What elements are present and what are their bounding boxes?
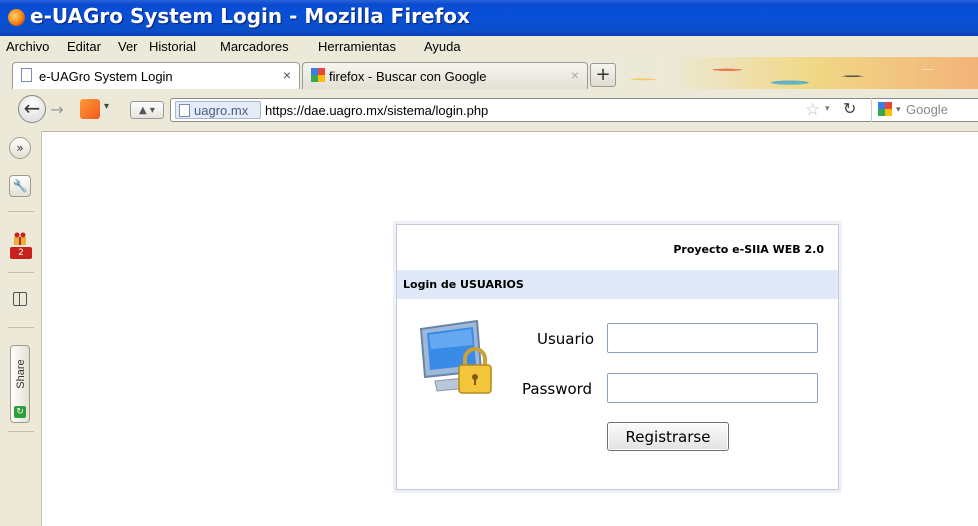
toolbar-divider xyxy=(8,431,34,432)
side-toolbar: » 🔧 2 Share ↻ xyxy=(0,131,42,526)
menu-herramientas[interactable]: Herramientas xyxy=(314,36,400,54)
page-icon xyxy=(21,68,32,82)
toolbar-divider xyxy=(8,272,34,273)
share-label: Share xyxy=(15,359,27,389)
navigation-bar: ← → ▾ ▲ ▾ uagro.mx https://dae.uagro.mx/… xyxy=(0,89,978,132)
chevron-down-icon[interactable]: ▾ xyxy=(104,101,109,112)
share-icon: ↻ xyxy=(14,406,26,418)
toolbar-divider xyxy=(8,211,34,212)
chevron-down-icon[interactable]: ▾ xyxy=(825,104,830,114)
gift-icon[interactable] xyxy=(12,231,28,245)
login-section-header: Login de USUARIOS xyxy=(397,270,838,299)
address-bar[interactable]: uagro.mx https://dae.uagro.mx/sistema/lo… xyxy=(170,98,978,122)
tab-google-search[interactable]: firefox - Buscar con Google × xyxy=(302,62,588,89)
chevron-down-icon[interactable]: ▾ xyxy=(896,105,901,115)
tab-label: e-UAGro System Login xyxy=(39,69,173,84)
notification-badge: 2 xyxy=(10,247,32,259)
close-tab-icon[interactable]: × xyxy=(571,67,579,83)
tab-label: firefox - Buscar con Google xyxy=(329,69,487,84)
wrench-icon[interactable]: 🔧 xyxy=(9,175,31,197)
login-panel: Proyecto e-SIIA WEB 2.0 Login de USUARIO… xyxy=(396,224,839,490)
google-search-icon[interactable] xyxy=(878,102,892,116)
close-tab-icon[interactable]: × xyxy=(283,67,291,83)
project-label: Proyecto e-SIIA WEB 2.0 xyxy=(673,243,824,256)
register-button[interactable]: Registrarse xyxy=(607,422,729,451)
computer-lock-icon xyxy=(419,319,492,394)
sidebar-panel-icon[interactable] xyxy=(13,292,27,306)
menu-ayuda[interactable]: Ayuda xyxy=(420,36,465,54)
site-identity-button[interactable]: uagro.mx xyxy=(175,101,261,119)
forward-button[interactable]: → xyxy=(47,100,67,120)
page-icon xyxy=(179,104,190,117)
menu-archivo[interactable]: Archivo xyxy=(2,36,53,54)
window-title: e-UAGro System Login - Mozilla Firefox xyxy=(30,4,470,28)
password-input[interactable] xyxy=(607,373,818,403)
search-input[interactable]: ▾ Google xyxy=(871,98,978,122)
bookmark-star-icon[interactable]: ☆ xyxy=(805,100,820,120)
tab-strip: e-UAGro System Login × firefox - Buscar … xyxy=(0,57,978,89)
firefox-logo-icon xyxy=(8,9,25,26)
section-title: Login de USUARIOS xyxy=(403,278,524,291)
menu-historial[interactable]: Historial xyxy=(145,36,200,54)
username-label: Usuario xyxy=(537,330,595,348)
toolbar-divider xyxy=(8,327,34,328)
profile-menu-button[interactable]: ▲ ▾ xyxy=(130,101,164,119)
menu-editar[interactable]: Editar xyxy=(63,36,105,54)
menu-bar: Archivo Editar Ver Historial Marcadores … xyxy=(0,36,978,57)
new-tab-button[interactable]: + xyxy=(590,63,616,87)
expand-icon[interactable]: » xyxy=(9,137,31,159)
share-button[interactable]: Share ↻ xyxy=(10,345,30,423)
menu-marcadores[interactable]: Marcadores xyxy=(216,36,293,54)
search-placeholder: Google xyxy=(906,102,948,117)
url-text[interactable]: https://dae.uagro.mx/sistema/login.php xyxy=(265,103,488,118)
menu-ver[interactable]: Ver xyxy=(114,36,142,54)
google-favicon-icon xyxy=(311,68,325,82)
password-label: Password xyxy=(522,380,593,398)
back-button[interactable]: ← xyxy=(18,95,46,123)
feed-icon[interactable] xyxy=(80,99,100,119)
reload-icon[interactable]: ↻ xyxy=(843,99,856,118)
tab-login[interactable]: e-UAGro System Login × xyxy=(12,62,300,89)
theme-background-image xyxy=(560,57,978,89)
window-titlebar: e-UAGro System Login - Mozilla Firefox xyxy=(0,0,978,36)
site-identity-label: uagro.mx xyxy=(194,103,249,118)
username-input[interactable] xyxy=(607,323,818,353)
